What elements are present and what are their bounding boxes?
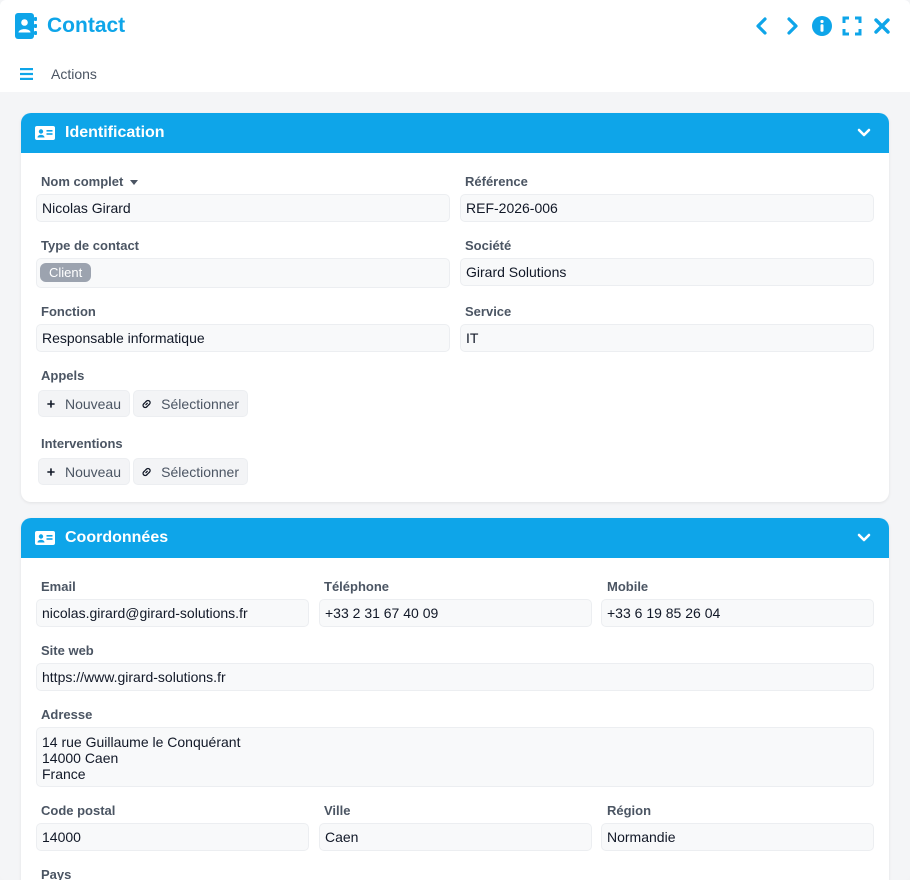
info-button[interactable] [810, 14, 834, 38]
caret-down-icon [130, 180, 139, 186]
chevron-left-icon [756, 17, 767, 35]
title-bar: Contact Actions [0, 0, 910, 92]
appels-new-label: Nouveau [64, 395, 121, 412]
adresse-line-3: France [42, 766, 86, 782]
fonction-field[interactable]: Responsable informatique [36, 324, 450, 352]
coordonnees-header[interactable]: Coordonnées [21, 518, 889, 558]
link-icon [142, 399, 151, 408]
email-label: Email [41, 579, 76, 594]
type-contact-badge: Client [40, 263, 92, 282]
contact-window: Contact Actions Identification Nom compl… [0, 0, 910, 880]
reference-field[interactable]: REF-2026-006 [460, 194, 874, 222]
title-actions [750, 14, 894, 38]
expand-icon [842, 16, 862, 36]
mobile-field[interactable]: +33 6 19 85 26 04 [601, 599, 874, 627]
adresse-line-1: 14 rue Guillaume le Conquérant [42, 734, 241, 750]
service-label: Service [465, 304, 512, 319]
hamburger-menu-icon[interactable] [20, 68, 33, 80]
actions-menu: Actions [20, 64, 97, 84]
identification-title: Identification [65, 124, 165, 141]
address-card-icon [35, 531, 55, 545]
telephone-label: Téléphone [324, 579, 390, 594]
coordonnees-title: Coordonnées [65, 529, 169, 546]
coordonnees-panel: Coordonnées Email nicolas.girard@girard-… [21, 518, 889, 880]
interventions-select-button[interactable]: Sélectionner [133, 458, 248, 485]
societe-label: Société [465, 238, 512, 253]
plus-icon [47, 399, 55, 408]
appels-label: Appels [41, 368, 85, 383]
interventions-select-label: Sélectionner [161, 463, 239, 480]
chevron-down-icon[interactable] [857, 126, 871, 140]
actions-label[interactable]: Actions [51, 64, 97, 84]
chevron-right-icon [787, 17, 798, 35]
window-title: Contact [47, 14, 126, 37]
reference-label: Référence [465, 174, 528, 189]
appels-select-label: Sélectionner [161, 395, 239, 412]
plus-icon [47, 467, 55, 476]
adresse-line-2: 14000 Caen [42, 750, 119, 766]
chevron-down-icon[interactable] [857, 531, 871, 545]
societe-field[interactable]: Girard Solutions [460, 258, 874, 286]
appels-select-button[interactable]: Sélectionner [133, 390, 248, 417]
region-field[interactable]: Normandie [601, 823, 874, 851]
ville-label: Ville [324, 803, 351, 818]
identification-header[interactable]: Identification [21, 113, 889, 153]
appels-new-button[interactable]: Nouveau [38, 390, 130, 417]
pays-label: Pays [41, 867, 72, 880]
nom-complet-label[interactable]: Nom complet [41, 174, 139, 190]
identification-panel: Identification Nom complet Nicolas Girar… [21, 113, 889, 502]
site-web-field[interactable]: https://www.girard-solutions.fr [36, 663, 874, 691]
ville-field[interactable]: Caen [319, 823, 592, 851]
info-icon [812, 16, 832, 36]
link-icon [142, 467, 151, 476]
contact-book-icon [15, 13, 37, 39]
close-button[interactable] [870, 14, 894, 38]
site-web-label: Site web [41, 643, 94, 658]
nom-complet-field[interactable]: Nicolas Girard [36, 194, 450, 222]
region-label: Région [607, 803, 652, 818]
interventions-new-label: Nouveau [64, 463, 121, 480]
interventions-new-button[interactable]: Nouveau [38, 458, 130, 485]
previous-button[interactable] [750, 14, 774, 38]
next-button[interactable] [780, 14, 804, 38]
fullscreen-button[interactable] [840, 14, 864, 38]
email-field[interactable]: nicolas.girard@girard-solutions.fr [36, 599, 309, 627]
type-contact-field[interactable]: Client [36, 258, 450, 288]
fonction-label: Fonction [41, 304, 96, 319]
code-postal-label: Code postal [41, 803, 116, 818]
service-field[interactable]: IT [460, 324, 874, 352]
code-postal-field[interactable]: 14000 [36, 823, 309, 851]
close-icon [874, 18, 890, 34]
telephone-field[interactable]: +33 2 31 67 40 09 [319, 599, 592, 627]
interventions-label: Interventions [41, 436, 123, 451]
id-card-icon [35, 126, 55, 140]
adresse-label: Adresse [41, 707, 93, 722]
adresse-textarea[interactable]: 14 rue Guillaume le Conquérant 14000 Cae… [36, 727, 874, 787]
type-contact-label: Type de contact [41, 238, 140, 253]
mobile-label: Mobile [607, 579, 649, 594]
